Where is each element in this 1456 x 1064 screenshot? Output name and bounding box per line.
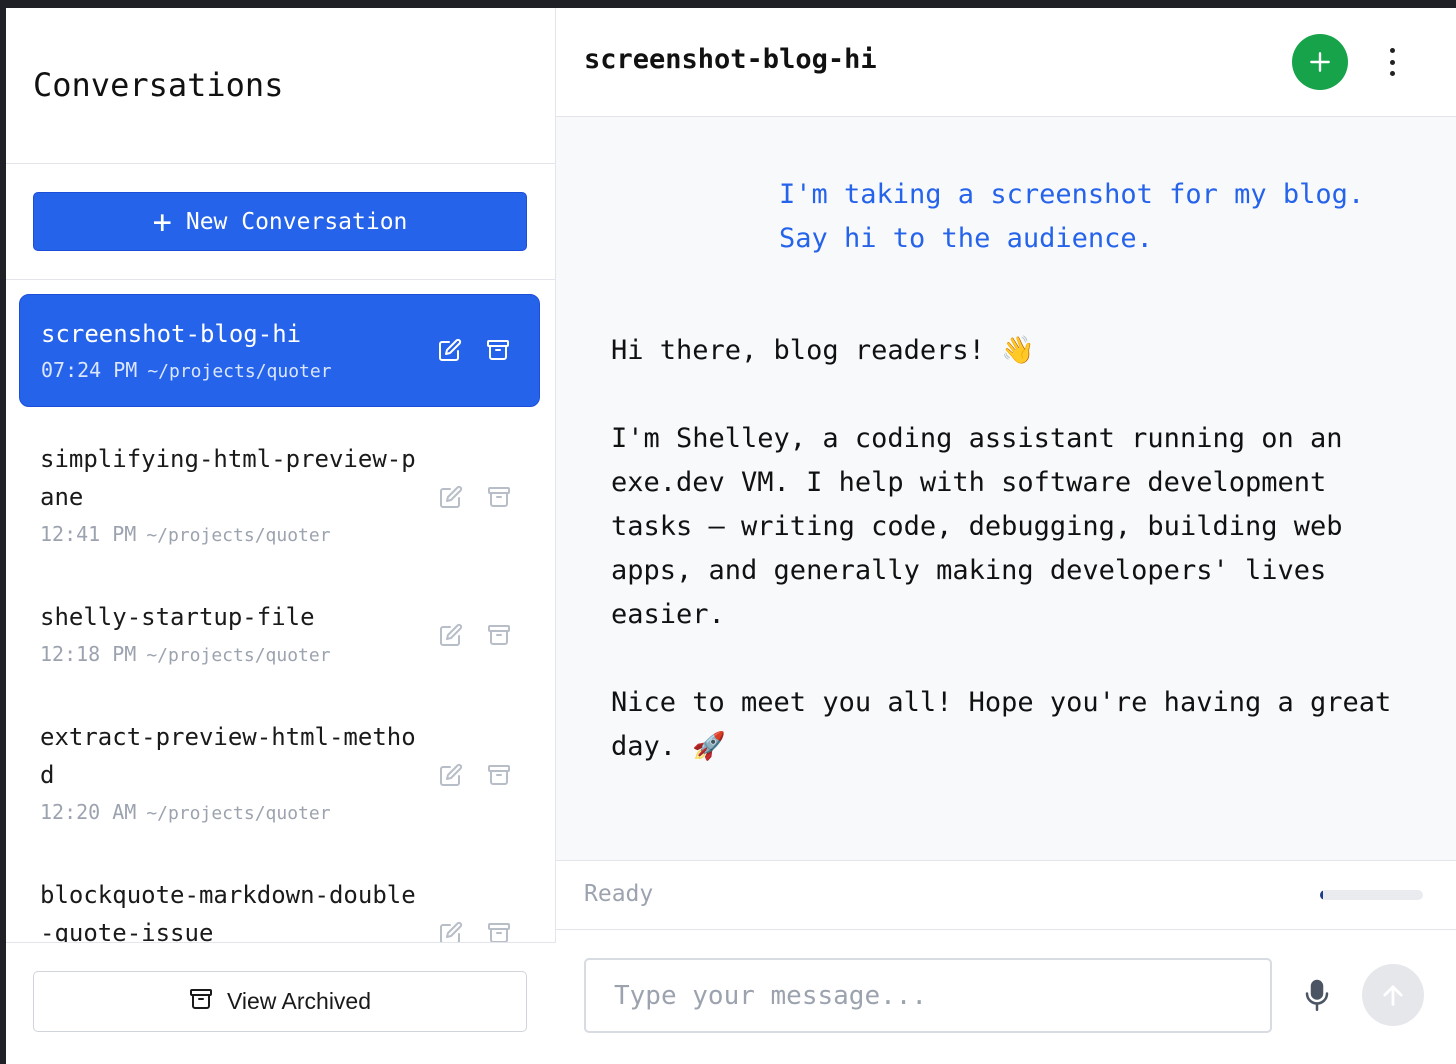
edit-icon[interactable] (438, 762, 464, 788)
conversation-actions (438, 622, 512, 648)
conversation-meta: 12:20 AM ~/projects/quoter (40, 800, 331, 824)
conversation-time: 12:20 AM (40, 800, 137, 824)
conversation-actions (438, 762, 512, 788)
view-archived-button[interactable]: View Archived (33, 971, 527, 1032)
conversation-item[interactable]: simplifying-html-preview-pane 12:41 PM ~/… (19, 434, 540, 552)
archive-icon (189, 987, 213, 1017)
conversation-path: ~/projects/quoter (146, 803, 331, 824)
new-chat-button[interactable] (1292, 34, 1348, 90)
archive-icon[interactable] (485, 337, 511, 363)
microphone-icon[interactable] (1302, 978, 1332, 1014)
conversation-time: 12:18 PM (40, 642, 137, 666)
conversation-actions (438, 920, 512, 942)
sidebar-footer: View Archived (6, 942, 556, 1064)
archive-icon[interactable] (486, 622, 512, 648)
conversation-title: screenshot-blog-hi (41, 320, 302, 348)
conversation-actions (437, 337, 511, 363)
chat-header: screenshot-blog-hi (556, 8, 1456, 117)
progress-bar (1320, 890, 1423, 900)
user-message: I'm taking a screenshot for my blog. Say… (779, 179, 1365, 254)
status-text: Ready (584, 881, 654, 907)
new-conversation-label: New Conversation (185, 208, 408, 235)
composer (556, 930, 1456, 1064)
sidebar-title: Conversations (33, 66, 284, 104)
more-options-icon[interactable] (1382, 44, 1402, 80)
arrow-up-icon (1383, 985, 1403, 1006)
view-archived-label: View Archived (226, 988, 372, 1014)
conversation-meta: 12:18 PM ~/projects/quoter (40, 642, 331, 666)
new-conversation-button[interactable]: + New Conversation (33, 192, 527, 251)
assistant-paragraph: I'm Shelley, a coding assistant running … (611, 423, 1343, 630)
conversation-meta: 07:24 PM ~/projects/quoter (41, 358, 332, 382)
conversation-path: ~/projects/quoter (147, 361, 332, 382)
new-conversation-area: + New Conversation (6, 164, 555, 280)
progress-fill (1320, 890, 1324, 900)
chat-panel: screenshot-blog-hi I'm taking a screensh… (556, 8, 1456, 1064)
conversation-title: blockquote-markdown-double-quote-issue (40, 881, 416, 942)
message-list[interactable]: I'm taking a screenshot for my blog. Say… (556, 117, 1456, 860)
plus-icon (1310, 52, 1330, 72)
sidebar-header: Conversations (6, 8, 555, 164)
conversation-actions (438, 484, 512, 510)
assistant-paragraph: Nice to meet you all! Hope you're having… (611, 687, 1392, 762)
conversation-path: ~/projects/quoter (146, 645, 331, 666)
conversation-list[interactable]: screenshot-blog-hi 07:24 PM ~/projects/qu… (6, 280, 556, 942)
conversation-title: simplifying-html-preview-pane (40, 445, 416, 511)
conversation-item-active[interactable]: screenshot-blog-hi 07:24 PM ~/projects/qu… (19, 294, 540, 407)
archive-icon[interactable] (486, 762, 512, 788)
message-input[interactable] (584, 958, 1272, 1033)
archive-icon[interactable] (486, 484, 512, 510)
archive-icon[interactable] (486, 920, 512, 942)
assistant-message: Hi there, blog readers! 👋 I'm Shelley, a… (611, 329, 1411, 813)
conversation-title: shelly-startup-file (40, 603, 315, 631)
conversation-path: ~/projects/quoter (146, 525, 331, 546)
plus-icon: + (152, 202, 172, 241)
conversation-item[interactable]: shelly-startup-file 12:18 PM ~/projects/q… (19, 592, 540, 674)
status-bar: Ready (556, 860, 1456, 930)
conversation-title-heading: screenshot-blog-hi (584, 44, 877, 75)
conversation-title: extract-preview-html-method (40, 723, 416, 789)
edit-icon[interactable] (438, 484, 464, 510)
edit-icon[interactable] (438, 622, 464, 648)
conversation-item[interactable]: blockquote-markdown-double-quote-issue (19, 870, 540, 942)
edit-icon[interactable] (437, 337, 463, 363)
edit-icon[interactable] (438, 920, 464, 942)
sidebar: Conversations + New Conversation screens… (6, 8, 556, 1064)
send-button[interactable] (1362, 964, 1424, 1026)
conversation-meta: 12:41 PM ~/projects/quoter (40, 522, 331, 546)
conversation-item[interactable]: extract-preview-html-method 12:20 AM ~/pr… (19, 712, 540, 830)
conversation-time: 07:24 PM (41, 358, 138, 382)
assistant-paragraph: Hi there, blog readers! 👋 (611, 335, 1035, 366)
conversation-time: 12:41 PM (40, 522, 137, 546)
app-window: Conversations + New Conversation screens… (6, 8, 1456, 1064)
